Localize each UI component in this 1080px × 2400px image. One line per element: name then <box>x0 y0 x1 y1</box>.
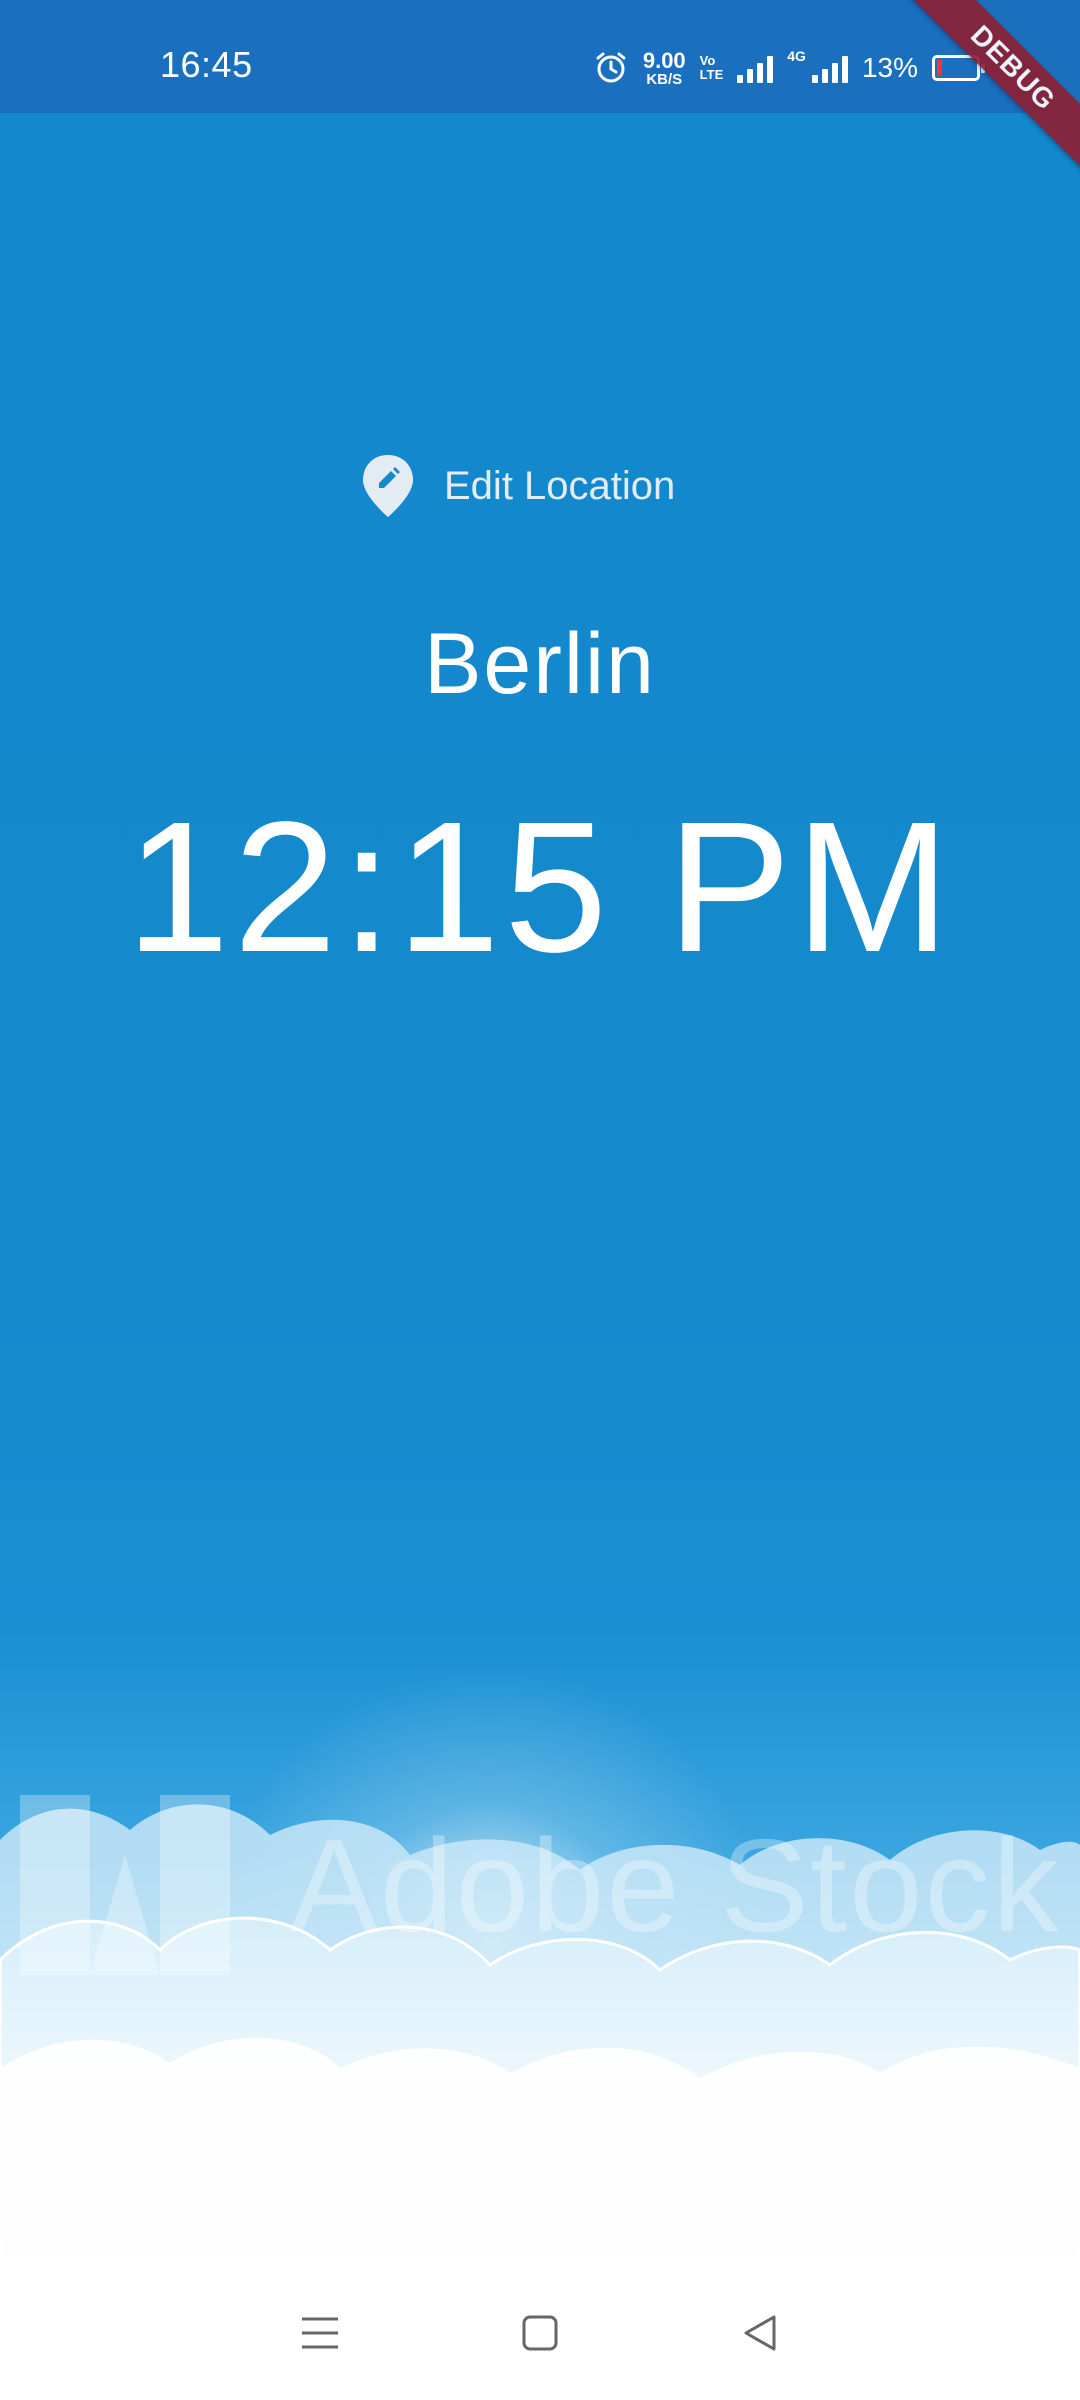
edit-location-icon <box>363 455 413 517</box>
status-bar: 16:45 9.00 KB/S Vo LTE 4G 13% <box>0 0 1080 113</box>
signal-icon <box>811 53 848 83</box>
status-time: 16:45 <box>160 44 253 85</box>
home-icon[interactable] <box>495 2288 585 2378</box>
network-type: 4G <box>787 48 806 64</box>
network-speed: 9.00 KB/S <box>642 47 686 88</box>
watermark-text: Adobe Stock <box>290 1811 1061 1959</box>
battery-fill <box>937 60 942 76</box>
menu-icon[interactable] <box>275 2288 365 2378</box>
network-speed-value: 9.00 <box>642 47 686 73</box>
navigation-bar <box>0 2266 1080 2400</box>
app-screen: 16:45 9.00 KB/S Vo LTE 4G 13% DEBUG Edit… <box>0 0 1080 2266</box>
edit-location-button[interactable]: Edit Location <box>360 446 675 526</box>
signal-icon <box>737 53 774 83</box>
edit-location-label: Edit Location <box>444 463 676 508</box>
adobe-logo-icon <box>20 1795 230 1975</box>
volte-line2: LTE <box>699 67 724 82</box>
alarm-icon <box>596 52 626 83</box>
volte-line1: Vo <box>699 53 716 69</box>
network-speed-unit: KB/S <box>646 70 683 88</box>
location-time: 12:15 PM <box>125 784 955 991</box>
city-name: Berlin <box>424 616 656 712</box>
status-icons: 9.00 KB/S Vo LTE 4G 13% <box>593 47 985 88</box>
battery-percent: 13% <box>861 52 918 83</box>
adobe-stock-watermark: Adobe Stock <box>20 1790 1080 1980</box>
back-icon[interactable] <box>715 2288 805 2378</box>
volte-indicator: Vo LTE <box>700 54 724 81</box>
